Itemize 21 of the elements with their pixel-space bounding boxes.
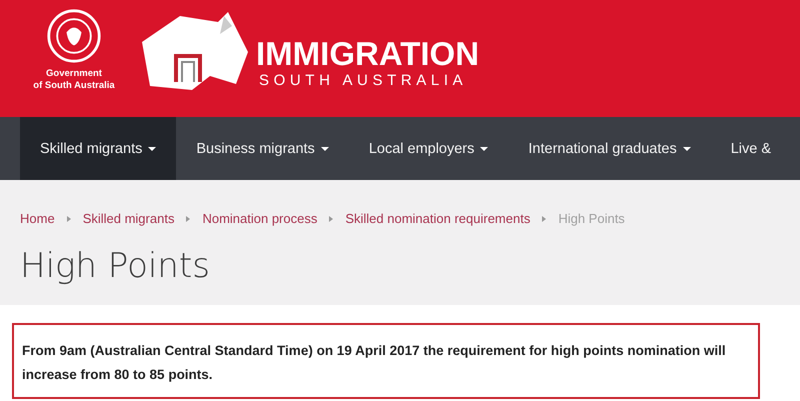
brand-title: IMMIGRATION — [256, 36, 480, 72]
nav-item[interactable]: International graduates — [508, 117, 711, 180]
breadcrumb-link[interactable]: Skilled migrants — [82, 211, 174, 226]
chevron-icon — [186, 216, 190, 222]
state-seal-icon — [46, 8, 102, 64]
brand-subtitle: SOUTH AUSTRALIA — [259, 72, 468, 89]
nav-item[interactable]: Skilled migrants — [20, 117, 176, 180]
breadcrumb-link[interactable]: Skilled nomination requirements — [345, 211, 530, 226]
breadcrumb-current: High Points — [558, 211, 625, 226]
nav-item[interactable]: Business migrants — [176, 117, 349, 180]
chevron-icon — [66, 216, 71, 222]
map-logo-icon — [140, 12, 250, 92]
government-label: Government of South Australia — [33, 68, 115, 92]
chevron-icon — [329, 216, 334, 222]
breadcrumb-link[interactable]: Nomination process — [202, 211, 318, 226]
notice-box: From 9am (Australian Central Standard Time) on 19 April 2017 the requirement for high points nomination will increase from 80 to 85 points. — [12, 323, 760, 399]
nav-item[interactable]: Live & — [710, 117, 792, 180]
breadcrumb-link[interactable]: Home — [20, 211, 55, 226]
page-title: High Points — [20, 246, 211, 286]
nav-item[interactable]: Local employers — [348, 117, 508, 180]
chevron-icon — [542, 216, 546, 222]
